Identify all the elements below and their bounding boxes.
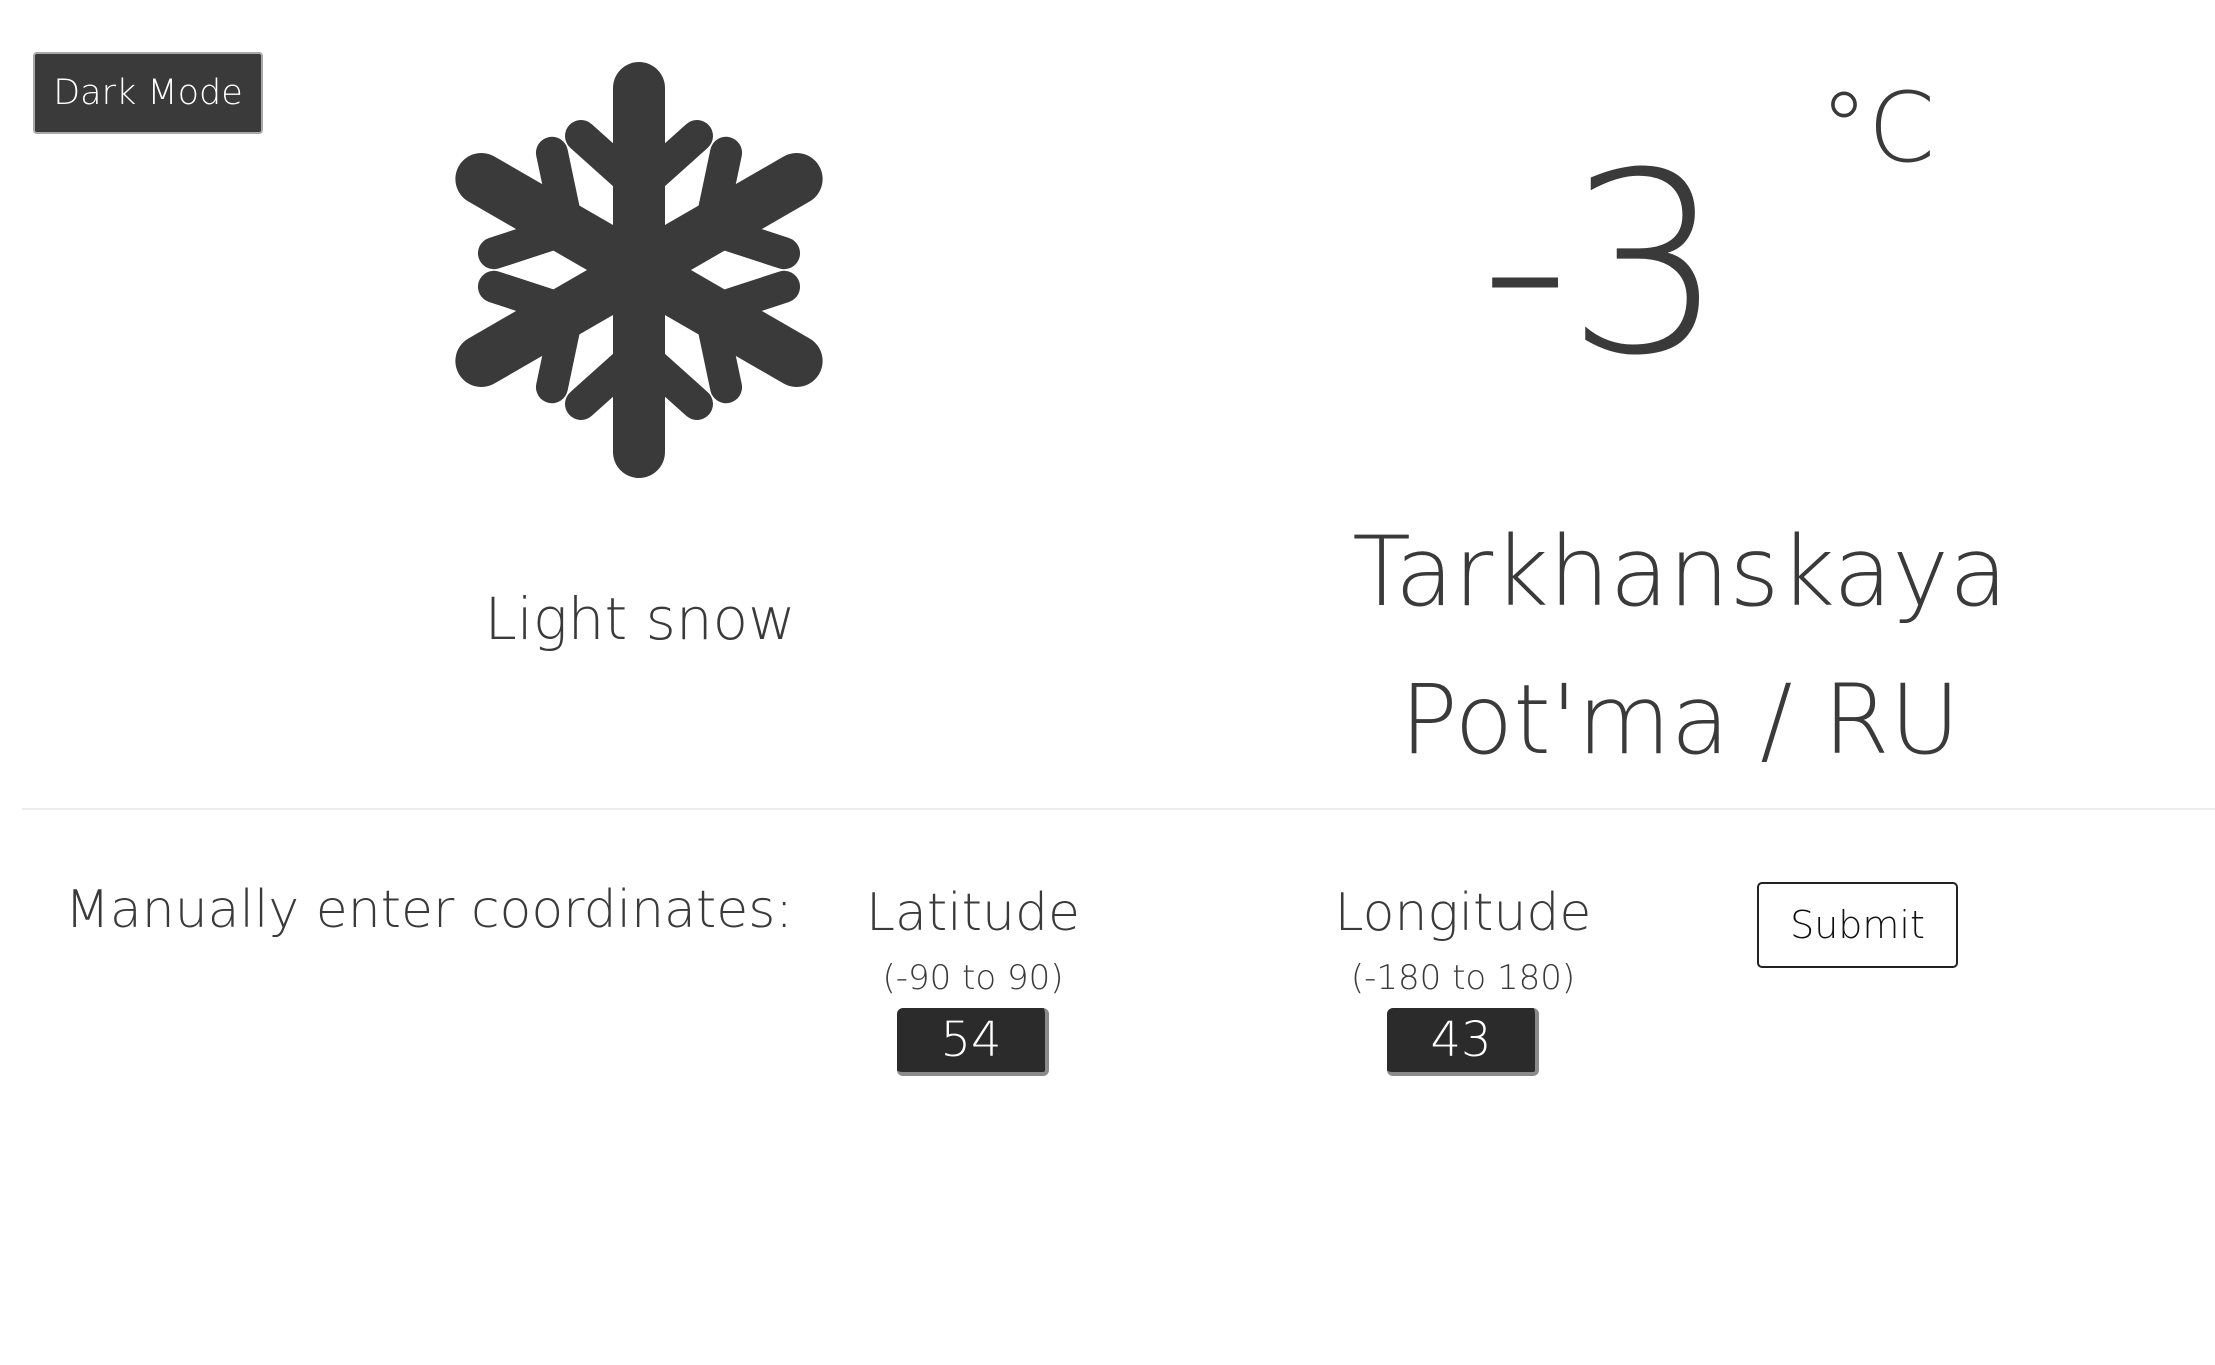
snowflake-icon	[450, 60, 828, 480]
weather-condition: Light snow	[484, 585, 796, 653]
submit-button[interactable]: Submit	[1757, 882, 1958, 968]
location-name: Tarkhanskaya Pot'ma / RU	[1352, 516, 2008, 776]
latitude-group: Latitude (-90 to 90)	[793, 880, 1153, 1076]
temperature-unit: °C	[1820, 72, 1936, 184]
longitude-group: Longitude (-180 to 180)	[1283, 880, 1643, 1076]
longitude-range: (-180 to 180)	[1350, 958, 1576, 998]
longitude-input[interactable]	[1387, 1008, 1539, 1076]
latitude-input[interactable]	[897, 1008, 1049, 1076]
latitude-label: Latitude	[865, 883, 1081, 943]
weather-app: Dark Mode Light snow -3 °C Tarkhanskaya …	[0, 0, 2215, 1365]
section-divider	[22, 808, 2215, 810]
temperature-value: -3	[1480, 119, 1725, 410]
dark-mode-button[interactable]: Dark Mode	[33, 52, 263, 134]
longitude-label: Longitude	[1334, 883, 1592, 943]
latitude-range: (-90 to 90)	[882, 958, 1064, 998]
manual-coordinates-label: Manually enter coordinates:	[65, 880, 793, 940]
temperature-display: -3 °C	[1480, 80, 2040, 420]
